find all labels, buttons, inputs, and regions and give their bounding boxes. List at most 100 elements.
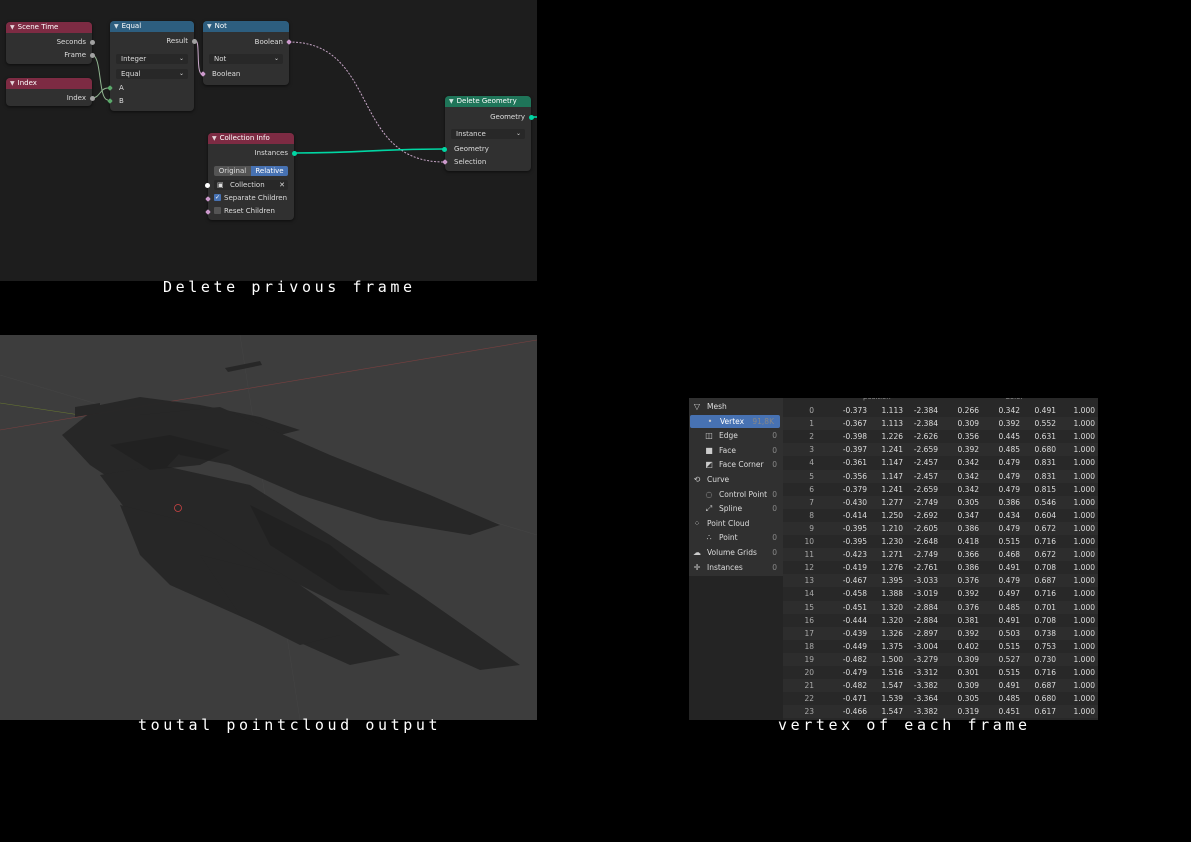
sidebar-item-face[interactable]: ■ Face 0 [689, 444, 783, 457]
column-header-color[interactable]: Color [1005, 398, 1023, 403]
node-title: Scene Time [17, 23, 59, 31]
node-header[interactable]: ▼ Scene Time [6, 22, 92, 33]
chevron-down-icon[interactable]: ▼ [212, 135, 217, 142]
sidebar-item-vertex[interactable]: • Vertex 91,8K [690, 414, 780, 428]
table-cell: 0.604 [1034, 510, 1056, 520]
frame-socket[interactable] [90, 53, 95, 58]
boolean-math-dropdown[interactable]: Not ⌄ [209, 54, 283, 64]
table-cell: 1.547 [881, 681, 903, 691]
sidebar-item-point[interactable]: ∴ Point 0 [689, 531, 783, 544]
chevron-down-icon[interactable]: ▼ [114, 23, 119, 30]
table-cell: 0.672 [1034, 523, 1056, 533]
transform-space-toggle[interactable]: Original Relative [214, 166, 288, 176]
data-type-dropdown[interactable]: Integer ⌄ [116, 54, 188, 64]
collection-field[interactable]: ▣ Collection ✕ [214, 180, 288, 190]
delete-geometry-node[interactable]: ▼ Delete Geometry Geometry Instance ⌄ Geom… [442, 96, 534, 171]
index-node[interactable]: ▼ Index Index [6, 78, 95, 106]
table-cell: 1.000 [1073, 445, 1095, 455]
reset-children-checkbox[interactable] [214, 207, 221, 214]
table-cell: -3.312 [913, 668, 938, 677]
table-row: 5 -0.356 1.147 -2.457 0.342 0.479 0.831 1.000 [783, 469, 1098, 483]
sidebar-item-point-cloud[interactable]: ⁘ Point Cloud [689, 517, 783, 530]
caption-delete-previous-frame: Delete privous frame [163, 278, 416, 296]
table-cell: 0.485 [998, 694, 1020, 704]
geometry-out-socket[interactable] [529, 115, 534, 120]
separate-children-row[interactable]: ✓ Separate Children [208, 193, 294, 203]
table-cell: 0.831 [1034, 458, 1056, 468]
sidebar-item-spline[interactable]: ⤢ Spline 0 [689, 502, 783, 515]
sidebar-item-label: Point [719, 533, 738, 543]
table-cell: -3.004 [913, 641, 938, 651]
domain-dropdown[interactable]: Instance ⌄ [451, 129, 525, 139]
point-cloud-icon: ⁘ [693, 518, 701, 528]
node-title: Delete Geometry [456, 97, 517, 105]
chevron-down-icon: ⌄ [273, 55, 279, 62]
row-index: 10 [804, 537, 814, 546]
node-header[interactable]: ▼ Index [6, 78, 92, 89]
sidebar-item-face-corner[interactable]: ◩ Face Corner 0 [689, 458, 783, 471]
table-row: 16 -0.444 1.320 -2.884 0.381 0.491 0.708 1.000 [783, 614, 1098, 627]
table-row: 14 -0.458 1.388 -3.019 0.392 0.497 0.716 1.000 [783, 587, 1098, 600]
collection-socket[interactable] [205, 183, 210, 188]
row-index: 2 [809, 432, 814, 442]
instances-socket[interactable] [292, 151, 297, 156]
table-cell: -2.384 [913, 406, 938, 415]
row-index: 11 [804, 550, 814, 560]
table-cell: 0.392 [957, 628, 979, 638]
seconds-socket[interactable] [90, 40, 95, 45]
not-node[interactable]: ▼ Not Boolean Not ⌄ Boolean [200, 21, 292, 85]
result-socket[interactable] [192, 39, 197, 44]
table-cell: 0.515 [998, 537, 1020, 546]
table-row: 1 -0.367 1.113 -2.384 0.309 0.392 0.552 1.000 [783, 417, 1098, 431]
node-editor[interactable]: ▼ Scene Time Seconds Frame ▼ Index Index ▼… [0, 0, 537, 281]
table-cell: 0.515 [998, 641, 1020, 651]
collection-info-node[interactable]: ▼ Collection Info Instances Original Rela… [205, 133, 297, 220]
relative-option[interactable]: Relative [251, 166, 288, 176]
spreadsheet-editor[interactable]: ▽ Mesh • Vertex 91,8K ◫ Edge 0 ■ Face 0 ◩ Face Corne… [689, 398, 1098, 720]
node-header[interactable]: ▼ Collection Info [208, 133, 294, 144]
3d-viewport[interactable] [0, 335, 537, 720]
node-header[interactable]: ▼ Not [203, 21, 289, 32]
vertex-icon: • [707, 416, 713, 426]
sidebar-item-control-point[interactable]: ◌ Control Point 0 [689, 488, 783, 501]
scene-time-node[interactable]: ▼ Scene Time Seconds Frame [6, 22, 95, 64]
reset-children-label: Reset Children [224, 207, 275, 215]
original-option[interactable]: Original [214, 166, 251, 176]
index-socket[interactable] [90, 96, 95, 101]
chevron-down-icon[interactable]: ▼ [207, 23, 212, 30]
row-index: 15 [804, 602, 814, 612]
table-cell: 1.000 [1073, 406, 1095, 415]
sidebar-item-instances[interactable]: ✛ Instances 0 [689, 561, 783, 574]
table-cell: 0.366 [957, 550, 979, 560]
table-cell: 0.305 [957, 694, 979, 704]
chevron-down-icon[interactable]: ▼ [449, 98, 454, 105]
reset-children-row[interactable]: Reset Children [208, 206, 294, 216]
close-icon[interactable]: ✕ [279, 180, 285, 190]
face-corner-icon: ◩ [705, 460, 713, 470]
sidebar-item-volume-grids[interactable]: ☁ Volume Grids 0 [689, 546, 783, 559]
sidebar-item-count: 0 [772, 431, 777, 441]
row-index: 20 [804, 668, 814, 677]
row-index: 19 [804, 654, 814, 664]
column-header-position[interactable]: position [863, 398, 891, 403]
sidebar-item-mesh[interactable]: ▽ Mesh [689, 400, 783, 413]
chevron-down-icon[interactable]: ▼ [10, 80, 15, 87]
sidebar-item-curve[interactable]: ⟲ Curve [689, 473, 783, 486]
node-header[interactable]: ▼ Equal [110, 21, 194, 32]
table-cell: 1.000 [1073, 432, 1095, 442]
dropdown-value: Integer [121, 55, 147, 63]
node-header[interactable]: ▼ Delete Geometry [445, 96, 531, 107]
instances-output: Instances [254, 149, 288, 157]
separate-children-checkbox[interactable]: ✓ [214, 194, 221, 201]
table-cell: 0.392 [957, 589, 979, 599]
geometry-in-socket[interactable] [442, 147, 447, 152]
operation-dropdown[interactable]: Equal ⌄ [116, 69, 188, 79]
equal-node[interactable]: ▼ Equal Result Integer ⌄ Equal ⌄ A B [107, 21, 197, 111]
sidebar-item-edge[interactable]: ◫ Edge 0 [689, 429, 783, 442]
chevron-down-icon[interactable]: ▼ [10, 24, 15, 31]
node-title: Index [17, 79, 37, 87]
table-row: 6 -0.379 1.241 -2.659 0.342 0.479 0.815 1.000 [783, 483, 1098, 496]
table-cell: 1.000 [1073, 589, 1095, 599]
table-cell: 0.479 [998, 471, 1020, 481]
table-cell: 0.402 [957, 641, 979, 651]
